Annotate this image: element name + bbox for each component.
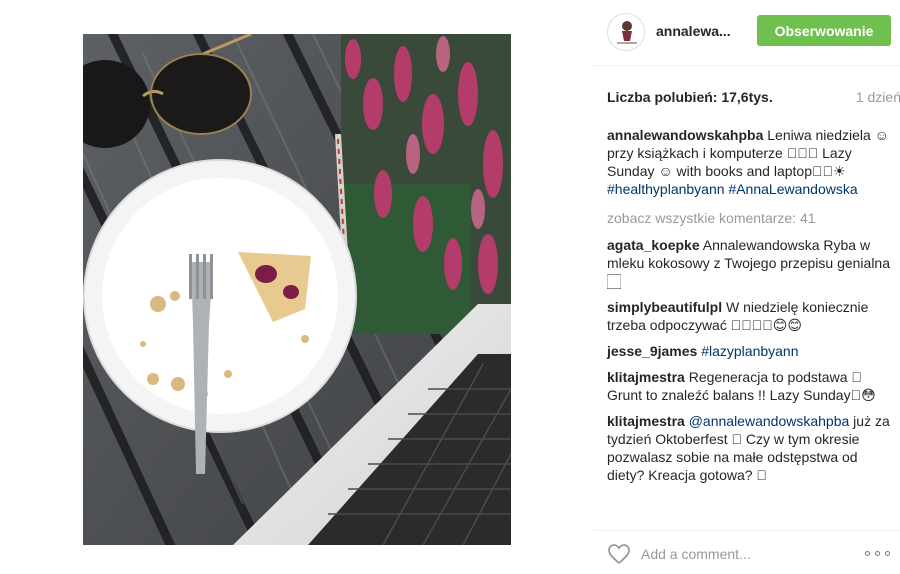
comment-username[interactable]: klitajmestra xyxy=(607,369,685,385)
comment-item: agata_koepke Annalewandowska Ryba w mlek… xyxy=(607,236,892,290)
heart-icon[interactable] xyxy=(607,543,631,565)
comments-list: annalewandowskahpba Leniwa niedziela ☺ p… xyxy=(607,126,892,492)
avatar-image xyxy=(608,14,644,50)
add-comment-input[interactable] xyxy=(641,543,851,565)
hashtag-link[interactable]: #healthyplanbyann xyxy=(607,181,725,197)
username[interactable]: annalewa... xyxy=(656,23,731,39)
comment-item: jesse_9james #lazyplanbyann xyxy=(607,342,892,360)
comment-username[interactable]: agata_koepke xyxy=(607,237,700,253)
view-all-comments-link[interactable]: zobacz wszystkie komentarze: 41 xyxy=(607,209,892,227)
instagram-post-page: annalewa... Obserwowanie Liczba polubień… xyxy=(0,0,900,574)
caption-username[interactable]: annalewandowskahpba xyxy=(607,127,763,143)
comment-item: klitajmestra Regeneracja to podstawa 🏻 G… xyxy=(607,368,892,404)
post-header: annalewa... Obserwowanie xyxy=(593,0,900,66)
comment-item: klitajmestra @annalewandowskahpba już za… xyxy=(607,412,892,484)
post-photo[interactable] xyxy=(83,34,511,545)
comment-item: simplybeautifulpl W niedzielę koniecznie… xyxy=(607,298,892,334)
comment-username[interactable]: simplybeautifulpl xyxy=(607,299,722,315)
likes-count[interactable]: Liczba polubień: 17,6tys. xyxy=(607,89,773,105)
likes-row: Liczba polubień: 17,6tys. 1 dzień xyxy=(607,89,900,109)
post-sidebar: annalewa... Obserwowanie Liczba polubień… xyxy=(593,0,900,574)
post-footer xyxy=(593,530,900,574)
hashtag-link[interactable]: #AnnaLewandowska xyxy=(728,181,857,197)
caption: annalewandowskahpba Leniwa niedziela ☺ p… xyxy=(607,126,892,198)
photo-illustration xyxy=(83,34,511,545)
post-time[interactable]: 1 dzień xyxy=(856,89,900,105)
hashtag-link[interactable]: #lazyplanbyann xyxy=(701,343,798,359)
mention-link[interactable]: @annalewandowskahpba xyxy=(689,413,850,429)
comment-username[interactable]: klitajmestra xyxy=(607,413,685,429)
follow-button[interactable]: Obserwowanie xyxy=(757,15,891,46)
avatar[interactable] xyxy=(607,13,645,51)
heather-plant xyxy=(335,34,511,334)
ellipsis-icon[interactable] xyxy=(865,551,891,559)
comment-username[interactable]: jesse_9james xyxy=(607,343,697,359)
